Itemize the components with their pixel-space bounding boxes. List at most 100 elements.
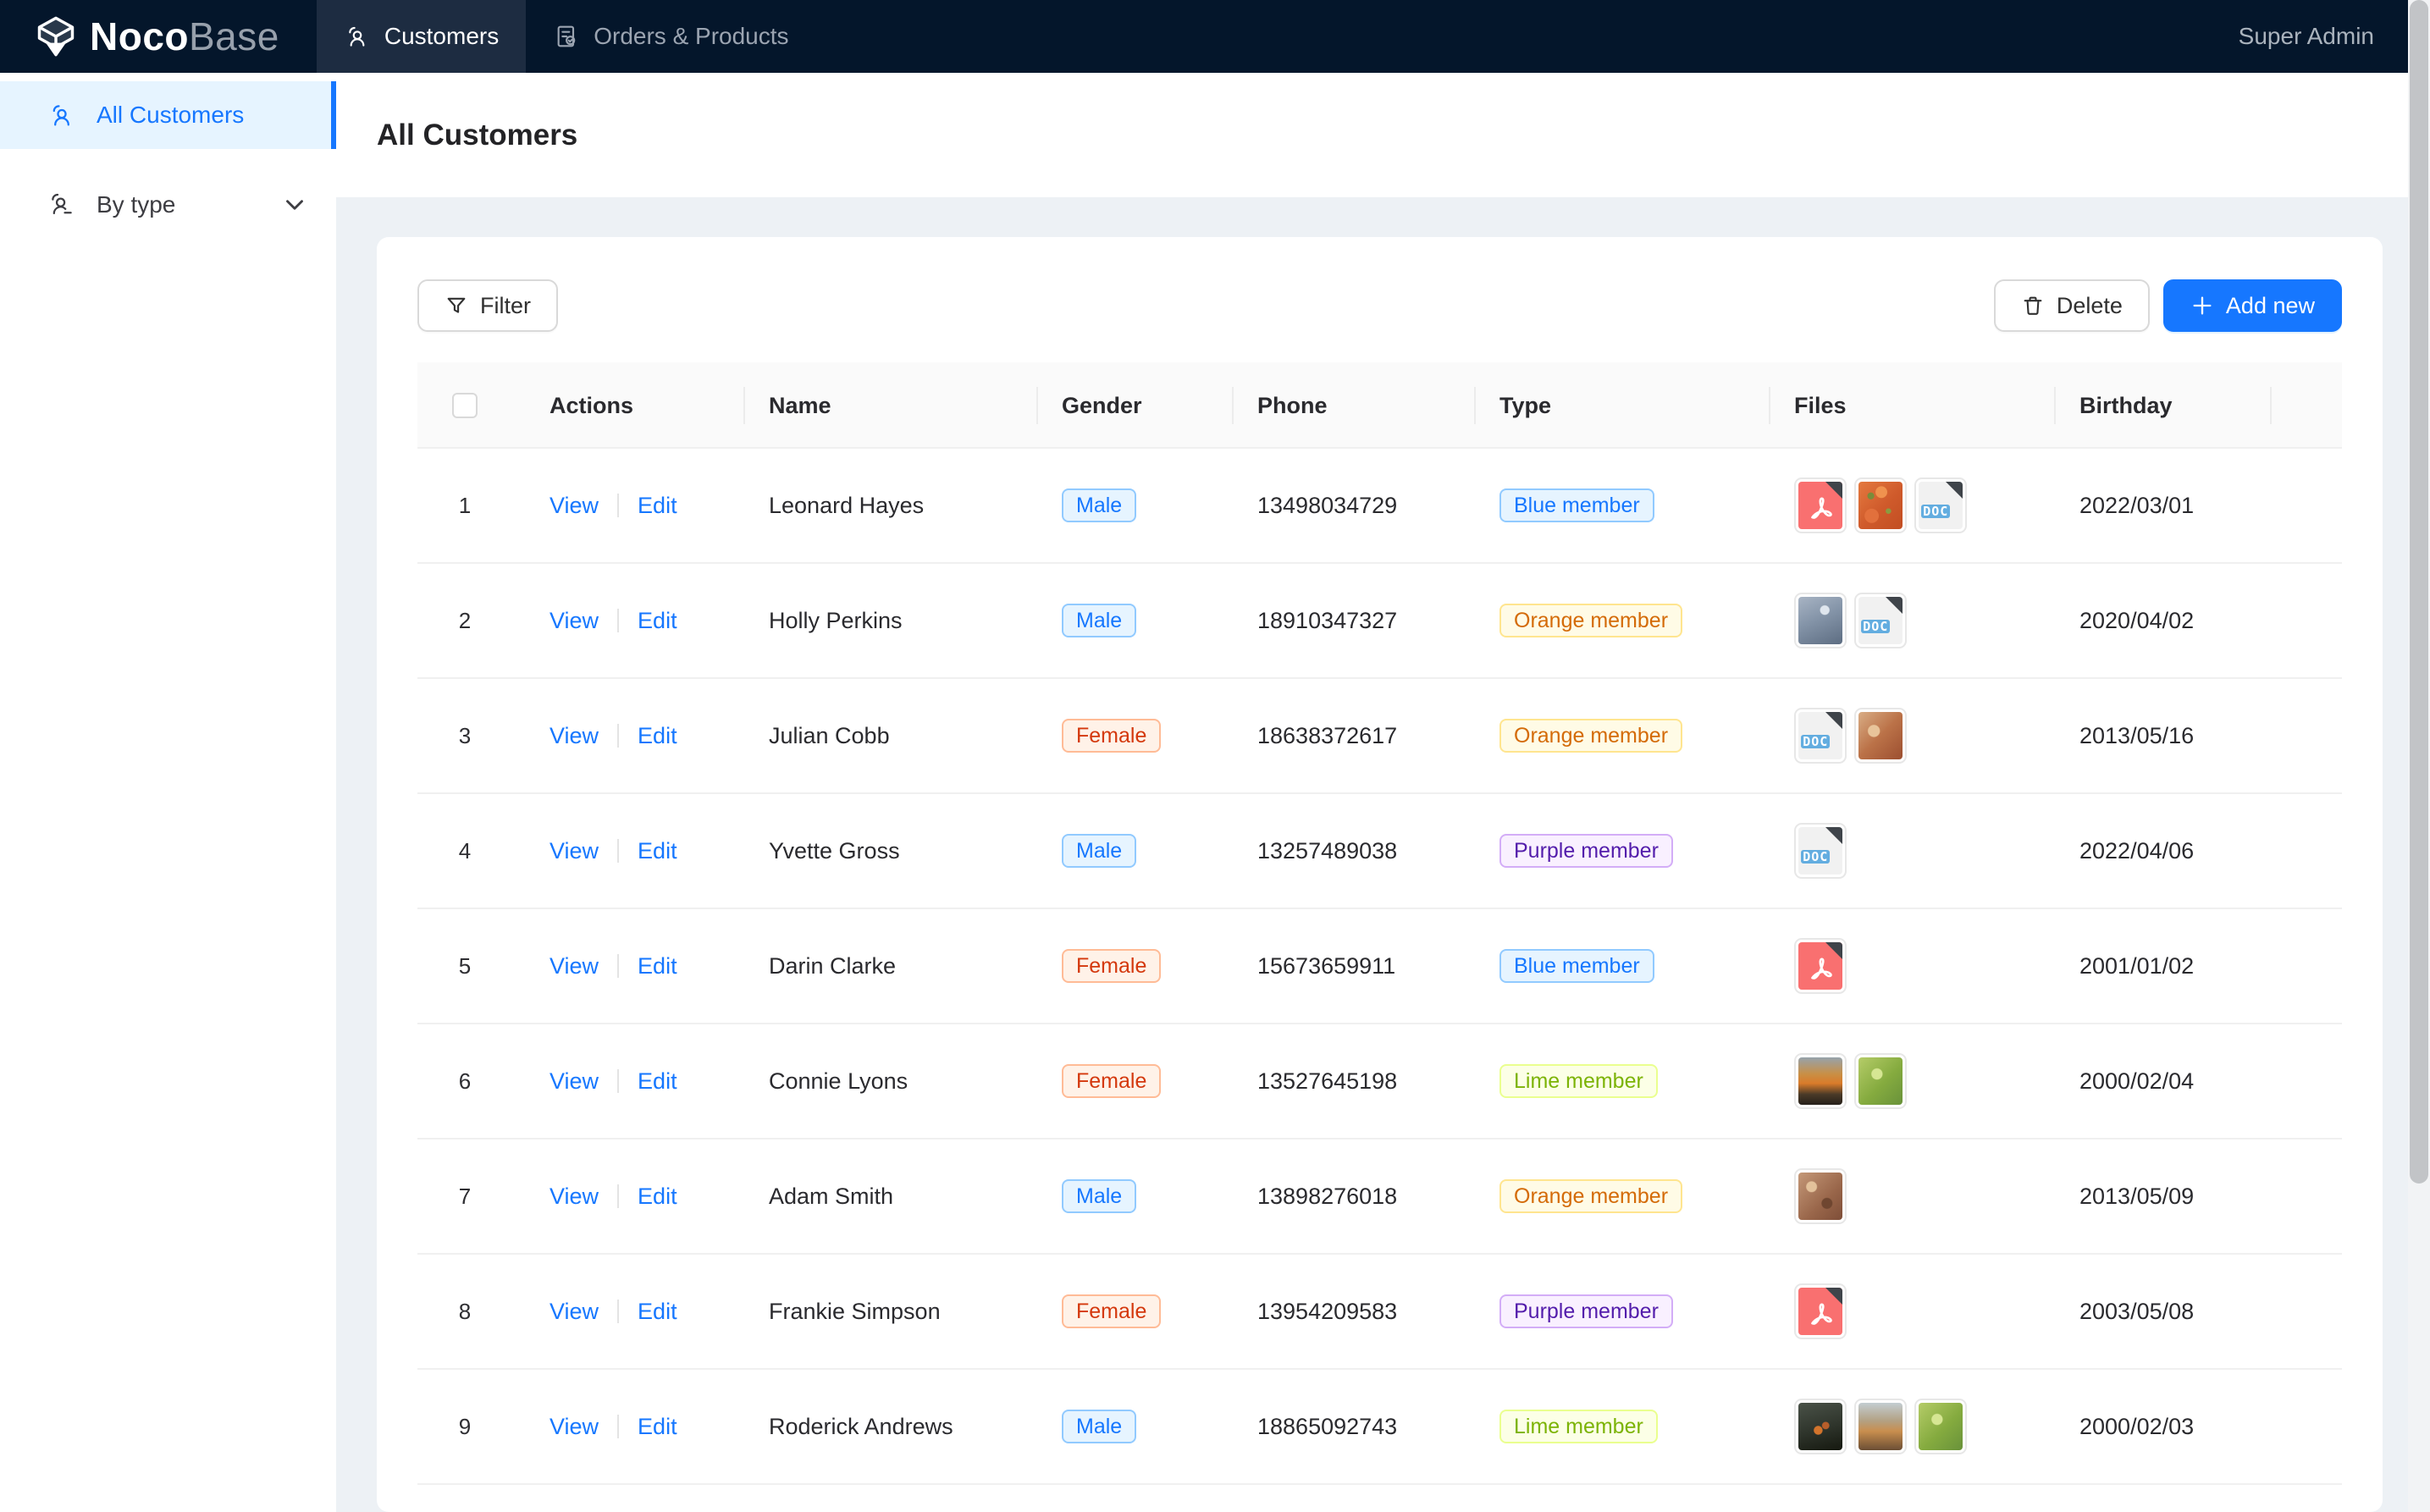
actions-divider [617,954,619,978]
phone-cell: 18910347327 [1234,608,1476,634]
files-cell: DOC [1770,477,2056,533]
page-fold [1825,942,1842,959]
birthday-cell: 2020/04/02 [2056,608,2272,634]
view-link[interactable]: View [550,723,599,749]
header-select-cell [417,362,512,449]
doc-icon: DOC [1858,597,1903,644]
filter-icon [445,294,468,317]
header-filler-cell [2272,362,2342,449]
add-new-button[interactable]: Add new [2163,279,2342,332]
sidebar: All Customers By type [0,73,336,1512]
member-type-tag: Blue member [1499,488,1654,522]
customers-icon [344,23,371,50]
nav-tab-customers[interactable]: Customers [317,0,526,73]
delete-button[interactable]: Delete [1994,279,2150,332]
gender-tag: Male [1062,488,1136,522]
sidebar-item-label: All Customers [97,102,309,129]
row-index-cell: 1 [417,493,512,519]
edit-link[interactable]: Edit [638,953,677,979]
photo-thumbnail [1798,1057,1842,1105]
view-link[interactable]: View [550,1184,599,1210]
brand-name-bold: Noco [90,14,189,58]
gender-cell: Male [1038,1179,1234,1213]
image-attachment-thumbnail[interactable] [1914,1399,1967,1454]
files-group [1794,1168,1847,1224]
page-fold [1825,482,1842,499]
view-link[interactable]: View [550,953,599,979]
pdf-file-icon[interactable] [1794,1283,1847,1339]
image-attachment-thumbnail[interactable] [1794,593,1847,648]
doc-label: DOC [1801,735,1830,748]
files-group [1794,938,1847,994]
gender-tag: Male [1062,834,1136,868]
top-navbar: NocoBase Customers Orders & Products Supe… [0,0,2430,73]
page-fold [1946,482,1963,499]
user-menu[interactable]: Super Admin [2239,0,2430,73]
phone-cell: 13498034729 [1234,493,1476,519]
nav-tab-label: Customers [384,23,499,50]
type-cell: Blue member [1476,949,1770,983]
actions-cell: View Edit [512,953,745,979]
scrollbar-thumb[interactable] [2410,0,2428,1184]
customers-table: ActionsNameGenderPhoneTypeFilesBirthday … [417,362,2342,1485]
gender-cell: Female [1038,1294,1234,1328]
doc-file-icon[interactable]: DOC [1794,823,1847,879]
name-cell: Darin Clarke [745,953,1038,979]
pdf-file-icon[interactable] [1794,477,1847,533]
files-cell: DOC [1770,823,2056,879]
birthday-cell: 2000/02/03 [2056,1414,2272,1440]
view-link[interactable]: View [550,838,599,864]
edit-link[interactable]: Edit [638,1414,677,1440]
doc-file-icon[interactable]: DOC [1914,477,1967,533]
edit-link[interactable]: Edit [638,838,677,864]
member-type-tag: Purple member [1499,1294,1673,1328]
image-attachment-thumbnail[interactable] [1794,1053,1847,1109]
view-link[interactable]: View [550,608,599,634]
files-group [1794,1053,1907,1109]
image-attachment-thumbnail[interactable] [1854,477,1907,533]
main-area: All Customers Filter [336,73,2430,1512]
sidebar-item-all-customers[interactable]: All Customers [0,81,336,149]
view-link[interactable]: View [550,1414,599,1440]
edit-link[interactable]: Edit [638,1068,677,1095]
doc-icon: DOC [1919,482,1963,529]
delete-button-label: Delete [2057,293,2123,319]
pdf-file-icon[interactable] [1794,938,1847,994]
nav-tab-orders-products[interactable]: Orders & Products [526,0,815,73]
sidebar-item-by-type[interactable]: By type [0,171,336,239]
column-header-files: Files [1770,362,2056,449]
view-link[interactable]: View [550,493,599,519]
pdf-icon [1798,942,1842,990]
filter-button[interactable]: Filter [417,279,558,332]
gender-cell: Female [1038,949,1234,983]
image-attachment-thumbnail[interactable] [1854,1053,1907,1109]
image-attachment-thumbnail[interactable] [1854,1399,1907,1454]
name-cell: Adam Smith [745,1184,1038,1210]
type-cell: Orange member [1476,719,1770,753]
doc-file-icon[interactable]: DOC [1794,708,1847,764]
view-link[interactable]: View [550,1299,599,1325]
page-title: All Customers [377,119,577,152]
table-card: Filter Delete [377,237,2383,1512]
image-attachment-thumbnail[interactable] [1794,1168,1847,1224]
gender-cell: Female [1038,1064,1234,1098]
edit-link[interactable]: Edit [638,608,677,634]
brand-logo[interactable]: NocoBase [0,0,317,73]
nocobase-logo-icon [34,14,78,58]
image-attachment-thumbnail[interactable] [1794,1399,1847,1454]
edit-link[interactable]: Edit [638,493,677,519]
select-all-checkbox[interactable] [452,393,478,418]
actions-cell: View Edit [512,608,745,634]
image-attachment-thumbnail[interactable] [1854,708,1907,764]
member-type-tag: Orange member [1499,719,1682,753]
brand-name-light: Base [189,14,279,58]
view-link[interactable]: View [550,1068,599,1095]
table-row: 7ViewEditAdam SmithMale13898276018Orange… [417,1140,2342,1255]
edit-link[interactable]: Edit [638,723,677,749]
edit-link[interactable]: Edit [638,1299,677,1325]
page-fold [1886,597,1903,614]
files-cell [1770,938,2056,994]
edit-link[interactable]: Edit [638,1184,677,1210]
doc-file-icon[interactable]: DOC [1854,593,1907,648]
doc-icon: DOC [1798,712,1842,759]
